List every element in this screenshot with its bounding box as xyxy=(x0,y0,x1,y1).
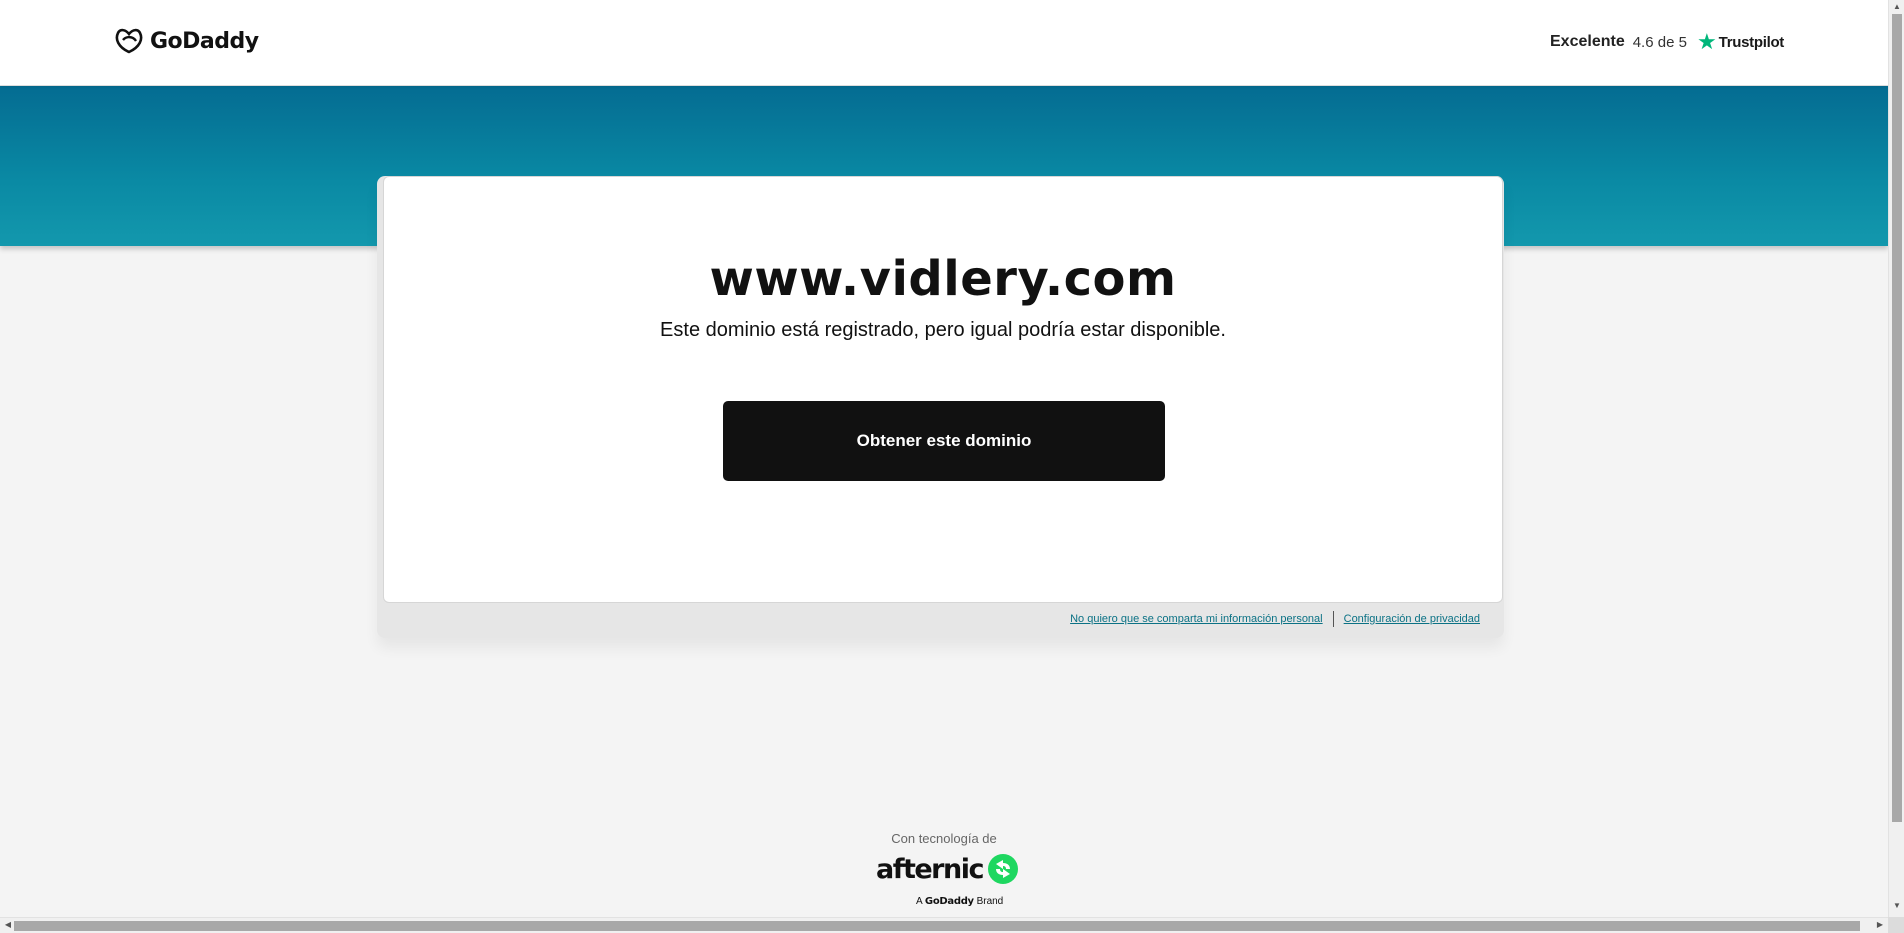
domain-card: www.vidlery.com Este dominio está regist… xyxy=(383,176,1503,603)
brand-suffix: Brand xyxy=(976,896,1004,907)
domain-name: www.vidlery.com xyxy=(709,251,1177,307)
link-divider xyxy=(1332,611,1334,627)
vertical-scrollbar[interactable]: ▲ ▼ xyxy=(1888,0,1904,917)
godaddy-logo-icon xyxy=(115,28,143,54)
afternic-wordmark: afternic xyxy=(876,853,984,885)
brand-prefix: A xyxy=(916,896,923,907)
trustpilot-rating-word: Excelente xyxy=(1550,33,1625,50)
powered-by-text: Con tecnología de xyxy=(891,831,997,846)
godaddy-logo[interactable]: GoDaddy xyxy=(114,27,259,55)
scrollbar-corner xyxy=(1888,917,1904,933)
get-domain-button[interactable]: Obtener este dominio xyxy=(723,401,1165,481)
trustpilot-star-icon: ★ xyxy=(1696,29,1717,54)
horizontal-scroll-thumb[interactable] xyxy=(14,921,1860,931)
horizontal-scrollbar[interactable]: ◀ ▶ xyxy=(0,917,1888,933)
brand-name: GoDaddy xyxy=(924,896,974,907)
page: GoDaddy Excelente 4.6 de 5 ★ Trustpilot … xyxy=(0,0,1888,917)
trustpilot-score: 4.6 de 5 xyxy=(1632,33,1687,51)
godaddy-brand-tag: A GoDaddy Brand xyxy=(916,896,1003,907)
privacy-settings-link[interactable]: Configuración de privacidad xyxy=(1344,613,1480,625)
privacy-links: No quiero que se comparta mi información… xyxy=(1070,611,1480,627)
logo-wordmark: GoDaddy xyxy=(150,28,259,54)
trustpilot-widget[interactable]: Excelente 4.6 de 5 ★ Trustpilot xyxy=(1550,31,1784,53)
scroll-down-icon[interactable]: ▼ xyxy=(1889,901,1904,910)
afternic-logo-icon xyxy=(987,854,1018,884)
do-not-share-link[interactable]: No quiero que se comparta mi información… xyxy=(1070,613,1323,625)
vertical-scroll-thumb[interactable] xyxy=(1892,14,1902,822)
scroll-right-icon[interactable]: ▶ xyxy=(1872,920,1888,929)
site-header: GoDaddy Excelente 4.6 de 5 ★ Trustpilot xyxy=(0,0,1888,86)
domain-status-text: Este dominio está registrado, pero igual… xyxy=(660,319,1226,341)
scroll-up-icon[interactable]: ▲ xyxy=(1889,2,1904,11)
afternic-logo[interactable]: afternic xyxy=(876,853,1019,885)
trustpilot-brand: Trustpilot xyxy=(1718,33,1785,51)
